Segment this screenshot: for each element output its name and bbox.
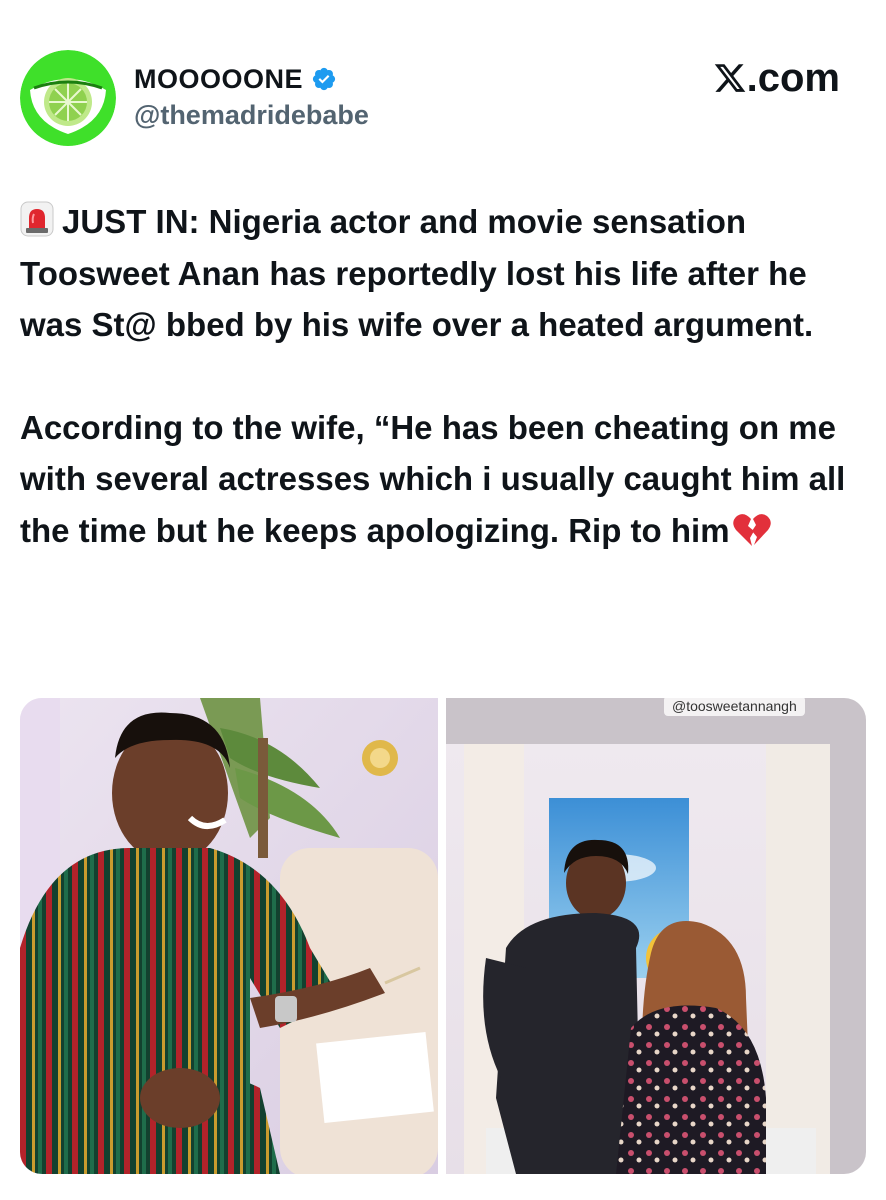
siren-emoji [20,200,54,238]
avatar-image [20,50,116,146]
photo-watermark: @toosweetannangh [664,698,805,716]
site-label: .com [713,56,840,101]
user-handle[interactable]: @themadridebabe [134,100,369,131]
x-logo-icon [713,60,747,94]
photo-left-image [20,698,438,1174]
verified-badge-icon [311,66,337,92]
tweet-paragraph-1: JUST IN: Nigeria actor and movie sensati… [20,196,870,351]
site-label-text: .com [746,56,840,100]
tweet-paragraph-1-text: JUST IN: Nigeria actor and movie sensati… [20,203,814,343]
photo-right-image [446,698,866,1174]
broken-heart-emoji [732,511,772,547]
tweet-paragraph-2-text: According to the wife, “He has been chea… [20,408,846,549]
tweet-paragraph-2: According to the wife, “He has been chea… [20,402,870,557]
photo-right[interactable]: @toosweetannangh [446,698,866,1174]
display-name[interactable]: MOOOOONE [134,64,303,95]
avatar[interactable] [20,50,116,146]
user-info: MOOOOONE @themadridebabe [134,62,369,131]
photo-left[interactable] [20,698,438,1174]
tweet-text: JUST IN: Nigeria actor and movie sensati… [20,196,870,556]
tweet-media[interactable]: @toosweetannangh [20,698,866,1174]
